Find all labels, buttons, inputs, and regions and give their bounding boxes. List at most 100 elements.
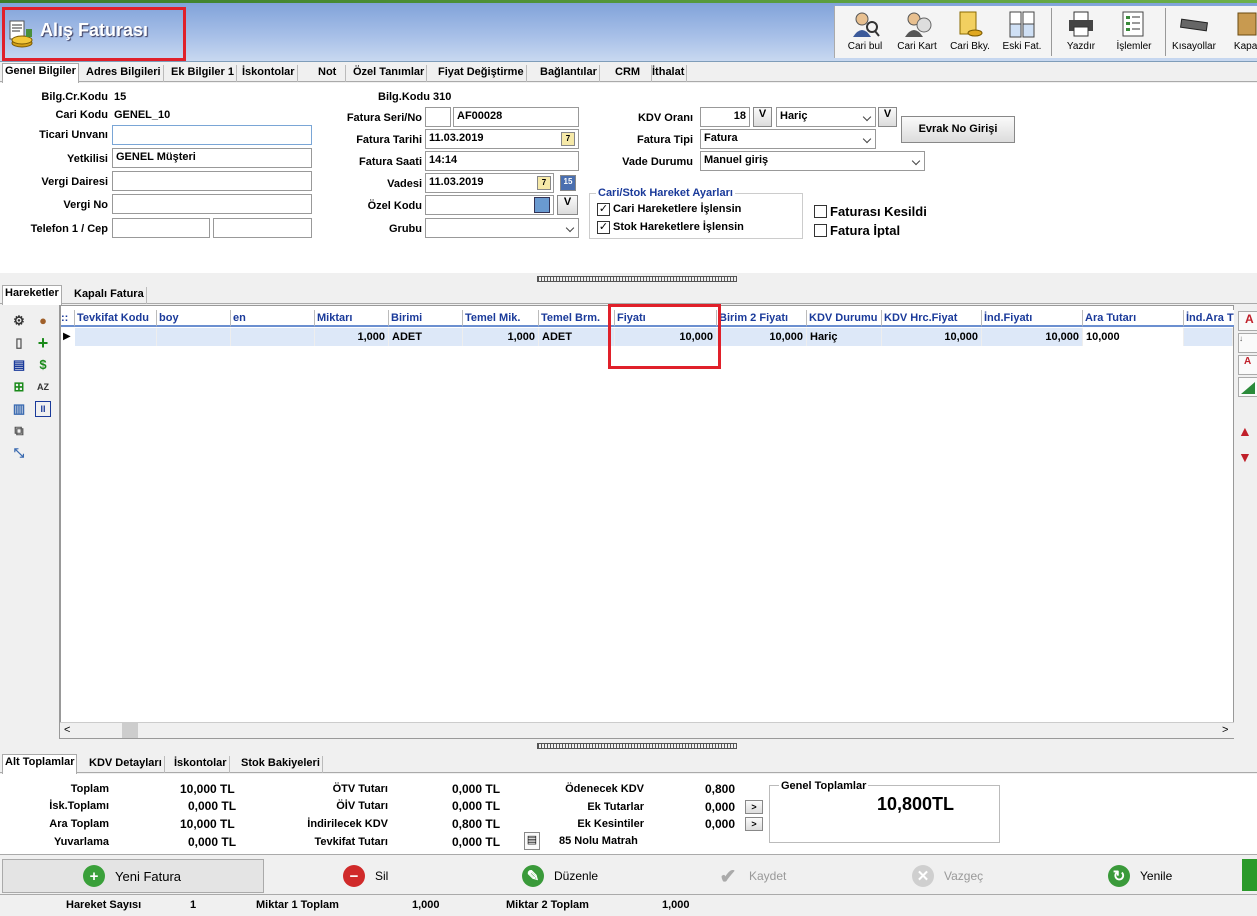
col-kdv-durumu[interactable]: KDV Durumu <box>807 310 882 327</box>
ozel-kodu-v-button[interactable]: V <box>557 195 578 215</box>
tab-alt-toplamlar[interactable]: Alt Toplamlar <box>2 754 78 774</box>
lookup-icon[interactable] <box>534 197 550 213</box>
cari-bky-button[interactable]: Cari Bky. <box>945 6 995 58</box>
tab-ithalat[interactable]: İthalat <box>650 65 688 82</box>
col-ind-ara-tutari[interactable]: İnd.Ara T <box>1184 310 1235 327</box>
tab-crm[interactable]: CRM <box>607 65 653 82</box>
col-ind-fiyati[interactable]: İnd.Fiyatı <box>982 310 1083 327</box>
grid-cell[interactable] <box>157 328 231 346</box>
chart-icon[interactable] <box>1238 377 1257 397</box>
tab-adres-bilgileri[interactable]: Adres Bilgileri <box>84 65 164 82</box>
telefon-input[interactable] <box>112 218 210 238</box>
fatura-seri-input[interactable] <box>425 107 451 127</box>
vergi-no-input[interactable] <box>112 194 312 214</box>
calendar-alt-icon[interactable]: 15 <box>560 175 576 191</box>
tab-iskontolar[interactable]: İskontolar <box>240 65 298 82</box>
fatura-tipi-select[interactable]: Fatura <box>700 129 876 149</box>
tab-iskontolar-bottom[interactable]: İskontolar <box>172 756 230 773</box>
kisayollar-button[interactable]: Kısayollar <box>1169 6 1219 58</box>
duzenle-button[interactable]: ✎ Düzenle <box>522 859 642 893</box>
sort-icon[interactable]: ↓ <box>1238 333 1257 353</box>
matrah-doc-icon[interactable]: ▤ <box>524 832 540 850</box>
yetkilisi-input[interactable]: GENEL Müşteri <box>112 148 312 168</box>
evrak-no-girisi-button[interactable]: Evrak No Girişi <box>901 116 1015 143</box>
grid-cell-temel-brm[interactable]: ADET <box>539 328 615 346</box>
col-temel-brm[interactable]: Temel Brm. <box>539 310 615 327</box>
vergi-dairesi-input[interactable] <box>112 171 312 191</box>
grid-cell-kdv-hrc-fiyat[interactable]: 10,000 <box>882 328 982 346</box>
col-birimi[interactable]: Birimi <box>389 310 463 327</box>
cari-hareket-checkbox[interactable]: ✓ <box>597 203 610 216</box>
islemler-button[interactable]: İşlemler <box>1111 6 1157 58</box>
splitter-grip[interactable] <box>537 276 737 282</box>
grid-cell-kdv-durumu[interactable]: Hariç <box>807 328 882 346</box>
add-doc-icon[interactable]: ⊞ <box>11 379 27 395</box>
col-miktari[interactable]: Miktarı <box>315 310 389 327</box>
tab-hareketler[interactable]: Hareketler <box>2 285 62 305</box>
kdv-orani-v-button[interactable]: V <box>753 107 772 127</box>
dollar-icon[interactable]: $ <box>35 357 51 373</box>
document-icon[interactable]: ▤ <box>11 357 27 373</box>
col-birim2-fiyati[interactable]: Birim 2 Fiyatı <box>717 310 807 327</box>
totals-splitter[interactable] <box>0 740 1257 752</box>
new-doc-icon[interactable]: ▯ <box>11 335 27 351</box>
grid-cell-birimi[interactable]: ADET <box>389 328 463 346</box>
cari-kart-button[interactable]: Cari Kart <box>891 6 943 58</box>
tab-fiyat-degistirme[interactable]: Fiyat Değiştirme <box>436 65 527 82</box>
col-boy[interactable]: boy <box>157 310 231 327</box>
tab-kapali-fatura[interactable]: Kapalı Fatura <box>72 287 147 304</box>
cep-input[interactable] <box>213 218 312 238</box>
grid-cell-miktari[interactable]: 1,000 <box>315 328 389 346</box>
scroll-left-icon[interactable]: < <box>64 724 70 736</box>
yenile-button[interactable]: ↻ Yenile <box>1108 859 1228 893</box>
tab-not[interactable]: Not <box>307 65 347 82</box>
grid-cell-birim2-fiyati[interactable]: 10,000 <box>717 328 807 346</box>
up-arrow-icon[interactable] <box>1242 859 1257 891</box>
yazdir-button[interactable]: Yazdır <box>1061 6 1101 58</box>
kdv-orani-input[interactable]: 18 <box>700 107 750 127</box>
ticari-unvani-input[interactable] <box>112 125 312 145</box>
font-icon[interactable]: A <box>1238 355 1257 375</box>
tab-ek-bilgiler-1[interactable]: Ek Bilgiler 1 <box>169 65 237 82</box>
scroll-right-icon[interactable]: > <box>1222 724 1228 736</box>
sort-az-icon[interactable]: AZ <box>35 379 51 395</box>
splitter-grip[interactable] <box>537 743 737 749</box>
tab-baglantilar[interactable]: Bağlantılar <box>538 65 600 82</box>
vazgec-button[interactable]: ✕ Vazgeç <box>912 859 1032 893</box>
cookie-icon[interactable]: ● <box>35 313 51 329</box>
col-ara-tutari[interactable]: Ara Tutarı <box>1083 310 1184 327</box>
calendar-icon[interactable]: 7 <box>561 132 575 146</box>
add-row-icon[interactable]: + <box>35 334 51 352</box>
link-icon[interactable]: ⤡ <box>11 445 27 461</box>
vade-durumu-select[interactable]: Manuel giriş <box>700 151 925 171</box>
ek-kesintiler-expand-button[interactable]: > <box>745 817 763 831</box>
scroll-thumb[interactable] <box>122 723 138 738</box>
move-down-icon[interactable]: ▼ <box>1238 449 1252 465</box>
grid-horizontal-scrollbar[interactable]: < > <box>60 722 1234 738</box>
add-column-icon[interactable]: A <box>1238 311 1257 331</box>
grubu-select[interactable] <box>425 218 579 238</box>
vadesi-input[interactable]: 11.03.2019 <box>425 173 554 193</box>
tab-ozel-tanimlar[interactable]: Özel Tanımlar <box>351 65 428 82</box>
col-en[interactable]: en <box>231 310 315 327</box>
grid-cell[interactable] <box>231 328 315 346</box>
move-up-icon[interactable]: ▲ <box>1238 423 1252 439</box>
yeni-fatura-button[interactable]: + Yeni Fatura <box>2 859 264 893</box>
stok-hareket-checkbox[interactable]: ✓ <box>597 221 610 234</box>
tab-genel-bilgiler[interactable]: Genel Bilgiler <box>2 63 79 83</box>
copy-doc-icon[interactable]: ⧉ <box>11 423 27 439</box>
pause-icon[interactable]: II <box>35 401 51 417</box>
form-splitter[interactable] <box>0 273 1257 285</box>
fatura-no-input[interactable]: AF00028 <box>453 107 579 127</box>
sil-button[interactable]: − Sil <box>343 859 463 893</box>
kaydet-button[interactable]: ✔ Kaydet <box>717 859 837 893</box>
columns-icon[interactable]: ▥ <box>11 401 27 417</box>
tab-stok-bakiyeleri[interactable]: Stok Bakiyeleri <box>239 756 323 773</box>
faturasi-kesildi-checkbox[interactable] <box>814 205 827 218</box>
eski-fat-button[interactable]: Eski Fat. <box>997 6 1047 58</box>
ek-tutarlar-expand-button[interactable]: > <box>745 800 763 814</box>
col-kdv-hrc-fiyat[interactable]: KDV Hrc.Fiyat <box>882 310 982 327</box>
kapat-button[interactable]: Kapat <box>1227 6 1257 58</box>
fatura-iptal-checkbox[interactable] <box>814 224 827 237</box>
fatura-saati-input[interactable]: 14:14 <box>425 151 579 171</box>
